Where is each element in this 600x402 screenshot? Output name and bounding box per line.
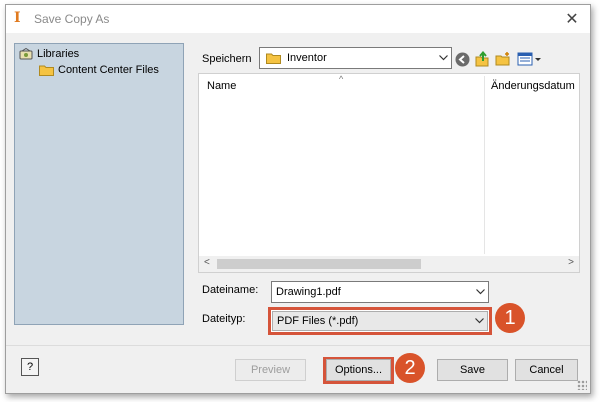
tree-item-label: Content Center Files (58, 64, 159, 76)
filename-field[interactable]: Drawing1.pdf (271, 281, 489, 303)
file-list[interactable]: ^ Name Änderungsdatum < > (198, 73, 580, 273)
filetype-label: Dateityp: (202, 313, 246, 325)
tree-item-libraries[interactable]: Libraries (19, 48, 79, 60)
options-button[interactable]: Options... (326, 359, 391, 381)
resize-grip[interactable] (577, 380, 587, 390)
location-dropdown[interactable]: Inventor (259, 47, 452, 69)
save-copy-as-dialog: I Save Copy As ✕ Libraries Content Cente… (5, 4, 591, 394)
sort-arrow-icon: ^ (339, 74, 344, 84)
scroll-right-icon[interactable]: > (568, 257, 574, 268)
close-button[interactable]: ✕ (562, 9, 582, 29)
folder-icon (266, 53, 281, 64)
help-button[interactable]: ? (21, 358, 39, 376)
window-title: Save Copy As (34, 12, 110, 26)
title-bar: I Save Copy As ✕ (6, 5, 590, 33)
preview-button[interactable]: Preview (235, 359, 306, 381)
horizontal-scrollbar[interactable]: < > (199, 256, 579, 272)
tree-item-label: Libraries (37, 48, 80, 60)
folder-icon (39, 65, 54, 76)
filename-value: Drawing1.pdf (276, 286, 341, 298)
chevron-down-icon (435, 48, 451, 68)
scrollbar-thumb[interactable] (217, 259, 421, 269)
back-icon[interactable] (453, 50, 471, 68)
filetype-value: PDF Files (*.pdf) (277, 315, 359, 327)
scroll-left-icon[interactable]: < (204, 257, 210, 268)
view-menu-icon[interactable] (516, 50, 542, 68)
new-folder-icon[interactable] (494, 50, 512, 68)
divider (6, 345, 590, 346)
filetype-dropdown[interactable]: PDF Files (*.pdf) (272, 311, 488, 331)
column-divider (484, 76, 485, 254)
inventor-app-icon: I (14, 10, 21, 26)
places-panel: Libraries Content Center Files (14, 43, 184, 325)
location-value: Inventor (287, 52, 327, 64)
annotation-badge-2: 2 (395, 353, 425, 383)
column-header-modified[interactable]: Änderungsdatum (491, 74, 575, 98)
chevron-down-icon (471, 311, 487, 331)
cancel-button[interactable]: Cancel (515, 359, 578, 381)
column-header-name[interactable]: Name (207, 74, 236, 98)
annotation-badge-1: 1 (495, 303, 525, 333)
filename-label: Dateiname: (202, 284, 259, 296)
save-button[interactable]: Save (437, 359, 508, 381)
library-icon (19, 48, 33, 60)
up-folder-icon[interactable] (473, 50, 491, 68)
save-in-label: Speichern (202, 53, 252, 65)
chevron-down-icon[interactable] (472, 282, 488, 302)
filetype-highlight: PDF Files (*.pdf) (268, 307, 492, 335)
tree-item-content-center-files[interactable]: Content Center Files (39, 64, 159, 76)
